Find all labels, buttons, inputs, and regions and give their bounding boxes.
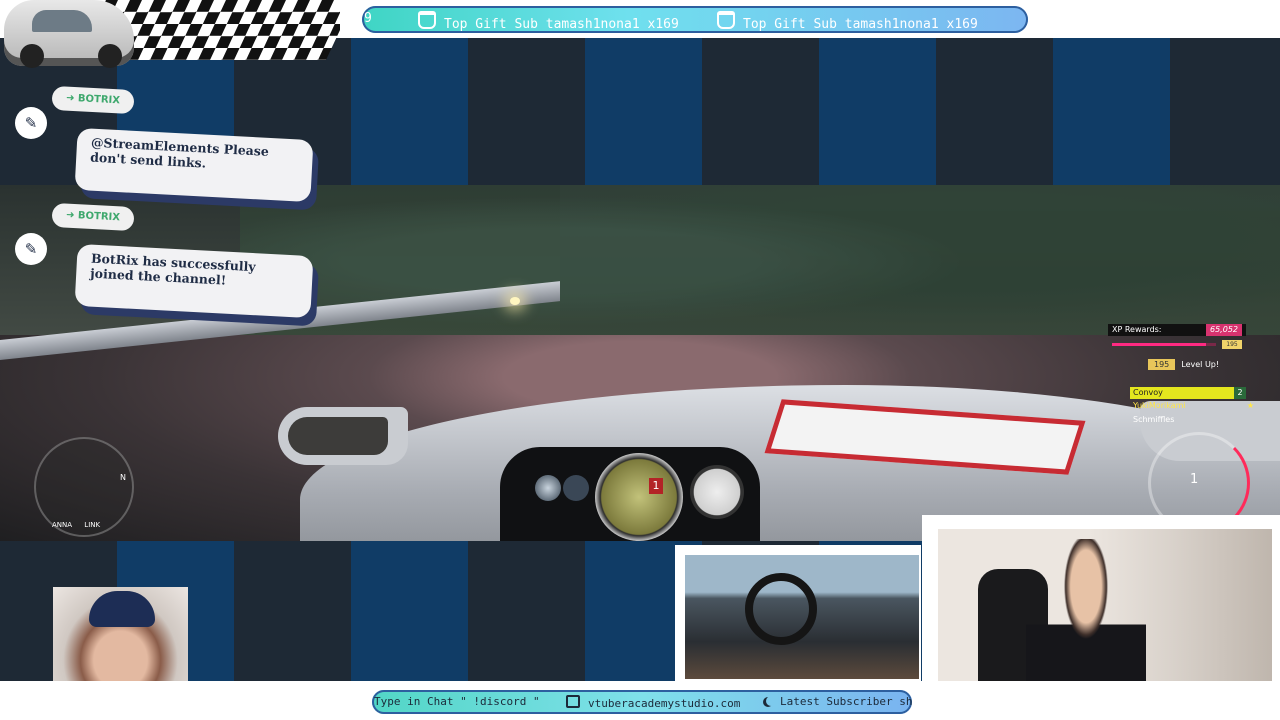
level-up-notice: 195 Level Up! [1148, 359, 1220, 370]
ticker-item-text: Top Gift Sub tamash1nona1 x169 [743, 17, 978, 32]
xp-level-badge: 195 [1222, 340, 1242, 349]
speedometer-gauge [690, 465, 744, 519]
bottom-info-ticker: Type in Chat " !discord " vtuberacademys… [372, 690, 912, 714]
chat-message-text: BotRix has successfully joined the chann… [74, 243, 314, 319]
xp-progress-fill [1112, 343, 1206, 346]
ticker-item-text: Top Gift Sub tamash1nona1 x169 [444, 17, 679, 32]
ticker-item: vtuberacademystudio.com [566, 695, 740, 710]
level-up-level: 195 [1148, 359, 1176, 370]
gear-indicator: 1 [1190, 472, 1199, 487]
convoy-member: Schmiffles [1130, 413, 1246, 427]
top-alert-ticker: 9 Top Gift Sub tamash1nona1 x169 Top Gif… [362, 6, 1028, 33]
car-logo-icon [4, 0, 134, 68]
dash-gear-indicator: 1 [649, 478, 663, 494]
minimap-labels: ANNA LINK [52, 521, 110, 529]
ticker-item: Type in Chat " !discord " [374, 695, 540, 708]
convoy-panel: Convoy 2 YukiMorikami ★ Schmiffles [1130, 387, 1254, 427]
gift-icon [717, 11, 735, 29]
xp-value: 65,052 [1206, 324, 1242, 336]
minimap-north-label: N [120, 473, 126, 482]
convoy-header: Convoy 2 [1130, 387, 1246, 399]
xp-progress-bar [1112, 343, 1216, 346]
chat-username-text: BOTRIX [77, 93, 121, 107]
minimap-label: LINK [84, 521, 101, 529]
convoy-member-name: Schmiffles [1133, 415, 1175, 424]
xp-label: XP Rewards: [1112, 325, 1162, 334]
tachometer-gauge [595, 453, 683, 541]
ticker-item: Top Gift Sub tamash1nona1 x169 [418, 11, 679, 32]
ticker-item-text: vtuberacademystudio.com [588, 697, 741, 710]
minimap-label: ANNA [52, 521, 73, 529]
chat-message-text: @StreamElements Please don't send links. [74, 127, 314, 203]
chat-username-text: BOTRIX [77, 210, 121, 224]
small-gauges [535, 475, 561, 501]
checkered-flag-logo [0, 0, 340, 72]
level-up-text: Level Up! [1181, 360, 1220, 369]
web-icon [566, 695, 580, 708]
rig-cam [685, 555, 919, 679]
xp-rewards: XP Rewards: 65,052 [1108, 324, 1246, 336]
star-icon: ★ [1246, 401, 1254, 410]
ticker-prefix: 9 [364, 11, 372, 26]
convoy-count: 2 [1234, 387, 1246, 399]
convoy-label: Convoy [1133, 388, 1163, 397]
convoy-member-name: YukiMorikami [1133, 401, 1186, 410]
gift-icon [418, 11, 436, 29]
ticker-item: Latest Subscriber sho [762, 695, 912, 708]
rig-cam-frame [675, 545, 921, 681]
ticker-item-text: Type in Chat " !discord " [374, 695, 540, 708]
left-mirror [278, 407, 408, 465]
steering-wheel [745, 573, 817, 645]
ticker-item-text: Latest Subscriber sho [780, 695, 912, 708]
game-view: 1 N ANNA LINK Convoy 2 YukiMorikami ★ Sc… [0, 185, 1280, 541]
convoy-member: YukiMorikami ★ [1130, 399, 1254, 413]
wrench-icon: ✎ [15, 233, 47, 265]
moon-icon [766, 696, 776, 706]
chat-username: ➜ BOTRIX [51, 202, 135, 232]
chat-username: ➜ BOTRIX [51, 85, 135, 115]
ticker-item: Top Gift Sub tamash1nona1 x169 [717, 11, 978, 32]
wrench-icon: ✎ [15, 107, 47, 139]
street-lamp [510, 297, 520, 305]
